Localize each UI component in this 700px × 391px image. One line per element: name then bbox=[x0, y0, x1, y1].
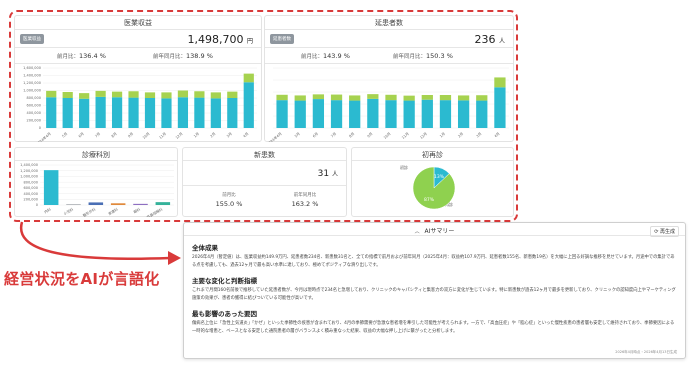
bar-segment bbox=[476, 100, 488, 128]
chevron-up-icon: ︿ bbox=[414, 229, 420, 235]
x-tick-label: 1月 bbox=[438, 131, 446, 139]
bar-segment bbox=[385, 100, 397, 128]
new-patients-value: 31 人 bbox=[317, 169, 338, 179]
summary-heading-3: 最も影響のあった要因 bbox=[192, 310, 257, 318]
bar-segment bbox=[330, 100, 343, 128]
ai-summary-toggle[interactable]: ︿ AIサマリー bbox=[184, 226, 685, 235]
bar-segment bbox=[439, 100, 452, 128]
bar-segment bbox=[210, 98, 221, 128]
bar-segment bbox=[367, 94, 379, 99]
legend-first: 初診 bbox=[400, 165, 408, 170]
summary-para-1: 2026年4月（暫定値）は、医業収益約149.9万円、延患者数234名、新患数3… bbox=[192, 255, 675, 268]
x-tick-label: 2024年4月 bbox=[267, 131, 283, 142]
ai-summary-header: ︿ AIサマリー ⟳ 再生成 bbox=[184, 223, 685, 237]
x-tick-label: 3月 bbox=[225, 131, 233, 139]
patients-panel: 延患者数 延患者数 236 人 前月比：143.9 % 前年同月比：150.3 … bbox=[264, 15, 514, 142]
bar-segment bbox=[439, 95, 452, 101]
x-tick-label: 12月 bbox=[419, 131, 428, 140]
bar-segment bbox=[403, 100, 415, 128]
bar-segment bbox=[243, 73, 254, 83]
bar-segment bbox=[421, 95, 433, 100]
annotation-arrow bbox=[19, 221, 181, 265]
bar-segment bbox=[294, 95, 306, 101]
bar-segment bbox=[349, 100, 361, 128]
x-tick-label: 10月 bbox=[382, 131, 391, 140]
x-tick-label: 11月 bbox=[400, 131, 409, 140]
x-tick-label: 2月 bbox=[457, 131, 465, 139]
bar-segment bbox=[367, 98, 379, 128]
summary-footer: 2026年4月時点・2026年4月13日生成 bbox=[615, 350, 677, 354]
bar-segment bbox=[312, 94, 325, 100]
patients-mom: 前月比：143.9 % bbox=[301, 52, 350, 60]
x-tick-label: 4月 bbox=[242, 131, 250, 139]
bar-segment bbox=[312, 99, 325, 128]
bar-segment bbox=[494, 77, 506, 88]
bar-segment bbox=[210, 92, 221, 99]
first-visit-pie: 13% 87% bbox=[412, 166, 456, 210]
patients-title: 延患者数 bbox=[375, 19, 403, 27]
bar-segment bbox=[457, 95, 470, 101]
pie-label: 13% bbox=[434, 174, 445, 180]
bar-segment bbox=[243, 82, 254, 128]
bar-segment bbox=[294, 100, 306, 128]
x-tick-label: 6月 bbox=[311, 131, 319, 139]
summary-heading-2: 主要な変化と判断指標 bbox=[192, 277, 257, 285]
bar-segment bbox=[276, 94, 288, 101]
bar-segment bbox=[349, 95, 361, 101]
bar-segment bbox=[227, 91, 238, 98]
summary-para-3: 傷病名上位に「急性上気道炎」「かぜ」といった季節性の疾患が含まれており、4月の季… bbox=[192, 321, 675, 334]
bar-segment bbox=[276, 100, 288, 128]
x-tick-label: 5月 bbox=[293, 131, 301, 139]
bar-segment bbox=[227, 98, 238, 128]
bar-segment bbox=[421, 99, 433, 128]
bar-segment bbox=[476, 95, 488, 101]
ai-summary-card: ︿ AIサマリー ⟳ 再生成 全体成果 2026年4月（暫定値）は、医業収益約1… bbox=[183, 222, 686, 359]
bar-segment bbox=[457, 100, 470, 128]
new-patients-panel: 新患数 31 人 前月比 155.0 % 前年同月比 163.2 % bbox=[182, 147, 347, 217]
first-visit-panel: 初再診 初診 再診 13% 87% bbox=[351, 147, 514, 217]
bar-segment bbox=[403, 95, 415, 101]
x-tick-label: 9月 bbox=[366, 131, 374, 139]
new-patients-mom: 前月比 155.0 % bbox=[215, 193, 243, 208]
patients-badge: 延患者数 bbox=[270, 34, 294, 44]
bar-segment bbox=[385, 94, 397, 101]
first-visit-title: 初再診 bbox=[422, 151, 443, 159]
summary-para-2: これまで月間160名前後で推移していた延患者数が、今月は現時点で234名と急増し… bbox=[192, 288, 676, 301]
x-tick-label: 4月 bbox=[493, 131, 501, 139]
new-patients-title: 新患数 bbox=[254, 151, 275, 159]
x-tick-label: 2月 bbox=[209, 131, 217, 139]
refresh-icon: ⟳ bbox=[654, 229, 659, 235]
summary-heading-1: 全体成果 bbox=[192, 244, 218, 252]
x-tick-label: 8月 bbox=[348, 131, 356, 139]
bar-segment bbox=[330, 94, 343, 101]
ai-summary-title: AIサマリー bbox=[424, 228, 455, 235]
regenerate-button[interactable]: ⟳ 再生成 bbox=[650, 226, 679, 237]
bar-segment bbox=[494, 87, 506, 128]
pie-label: 87% bbox=[424, 197, 435, 203]
x-tick-label: 7月 bbox=[330, 131, 338, 139]
new-patients-yoy: 前年同月比 163.2 % bbox=[291, 193, 319, 208]
x-tick-label: 3月 bbox=[475, 131, 483, 139]
patients-value: 236 人 bbox=[474, 33, 505, 46]
annotation-text: 経営状況をAIが言語化 bbox=[4, 270, 160, 288]
patients-chart: 2024年4月 5月 6月 7月 8月 9月 10月 11月 12月 1月 2月 3月 4月 bbox=[267, 67, 509, 142]
patients-yoy: 前年同月比：150.3 % bbox=[393, 52, 453, 60]
